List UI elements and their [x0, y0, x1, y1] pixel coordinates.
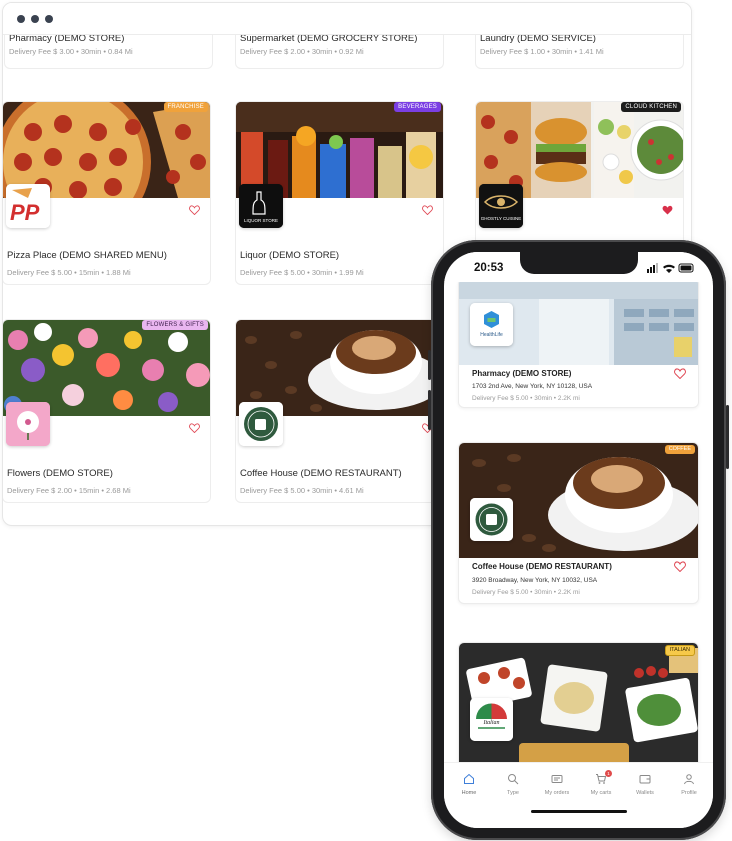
store-meta: Delivery Fee $ 5.00 • 30min • 1.99 Mi [240, 268, 364, 277]
tab-profile[interactable]: Profile [667, 773, 711, 796]
tab-my-orders[interactable]: My orders [535, 773, 579, 796]
phone-power-button [726, 405, 729, 469]
tab-label: My carts [590, 790, 612, 796]
store-meta: Delivery Fee $ 5.00 • 30min • 2.2K mi [472, 589, 580, 596]
store-title: Pizza Place (DEMO SHARED MENU) [7, 250, 167, 261]
healthlife-logo-text: HealthLife [480, 332, 503, 338]
store-card-coffee-house[interactable]: Coffee House (DEMO RESTAURANT) Delivery … [235, 319, 444, 503]
status-icons [647, 263, 694, 273]
phone-notch [520, 252, 638, 274]
tab-label: My orders [544, 790, 570, 796]
tab-my-carts[interactable]: 1 My carts [579, 770, 623, 796]
window-dot-icon [17, 15, 25, 23]
category-badge: Flowers & Gifts [142, 320, 208, 330]
category-badge: Coffee [664, 445, 695, 454]
tab-label: Type [507, 790, 519, 796]
favorite-heart-icon[interactable] [422, 205, 433, 215]
store-title: Flowers (DEMO STORE) [7, 468, 113, 479]
store-meta: Delivery Fee $ 5.00 • 30min • 4.61 Mi [240, 486, 364, 495]
healthlife-logo: HealthLife [470, 303, 513, 346]
tab-type[interactable]: Type [491, 773, 535, 796]
store-card-pizza[interactable]: Franchise PP Pizza Place (DEMO SHARED ME… [3, 101, 211, 285]
store-meta: Delivery Fee $ 2.00 • 15min • 2.68 Mi [7, 486, 131, 495]
category-badge: Beverages [394, 102, 441, 112]
store-card-supermarket[interactable]: Supermarket (DEMO GROCERY STORE) Deliver… [235, 33, 444, 69]
store-card-liquor[interactable]: Beverages LIQUOR STORE Liquor (DEMO STOR… [235, 101, 444, 285]
store-meta: Delivery Fee $ 2.00 • 30min • 0.92 Mi [240, 47, 364, 56]
phone-mockup: 20:53 HealthLife Pharmacy (DEMO STORE) 1… [428, 240, 729, 840]
tab-wallets[interactable]: Wallets [623, 773, 667, 796]
tab-home[interactable]: Home [447, 773, 491, 796]
store-title: Coffee House (DEMO RESTAURANT) [472, 562, 612, 571]
store-title: Coffee House (DEMO RESTAURANT) [240, 468, 402, 479]
liquor-logo-text: LIQUOR STORE [244, 218, 278, 223]
store-meta: Delivery Fee $ 1.00 • 30min • 1.41 Mi [480, 47, 604, 56]
window-dot-icon [31, 15, 39, 23]
favorite-heart-icon[interactable] [189, 205, 200, 215]
ghostly-cuisine-logo: GHOSTLY CUISINE [479, 184, 523, 228]
phone-store-card-coffee-house[interactable]: Coffee Coffee House (DEMO RESTAURANT) 39… [458, 442, 699, 604]
store-card-pharmacy[interactable]: Pharmacy (DEMO STORE) Delivery Fee $ 3.0… [4, 33, 213, 69]
status-time: 20:53 [474, 262, 504, 274]
phone-screen: 20:53 HealthLife Pharmacy (DEMO STORE) 1… [444, 252, 713, 828]
store-meta: Delivery Fee $ 3.00 • 30min • 0.84 Mi [9, 47, 133, 56]
phone-store-card-italian[interactable]: Italian Italian [458, 642, 699, 762]
favorite-heart-filled-icon[interactable] [662, 205, 673, 215]
home-indicator [531, 810, 627, 813]
category-badge: Franchise [163, 102, 208, 112]
category-badge: Italian [664, 645, 695, 656]
store-meta: Delivery Fee $ 5.00 • 15min • 1.88 Mi [7, 268, 131, 277]
tab-label: Profile [681, 790, 697, 796]
favorite-heart-icon[interactable] [189, 423, 200, 433]
coffee-house-logo [239, 402, 283, 446]
favorite-heart-icon[interactable] [674, 561, 686, 572]
store-feed: HealthLife Pharmacy (DEMO STORE) 1703 2n… [444, 282, 713, 762]
store-card-flowers[interactable]: Flowers & Gifts Flowers (DEMO STORE) Del… [3, 319, 211, 503]
svg-text:PP: PP [10, 200, 40, 225]
phone-volume-button [428, 350, 431, 380]
profile-icon [684, 774, 694, 785]
store-title: Pharmacy (DEMO STORE) [472, 369, 572, 378]
wallet-icon [639, 775, 651, 784]
browser-title-bar [3, 3, 691, 35]
italian-restaurant-logo: Italian [470, 698, 513, 741]
pizza-place-logo: PP [6, 184, 50, 228]
coffee-house-logo [470, 498, 513, 541]
flower-shop-logo [6, 402, 50, 446]
bottom-tab-bar: Home Type My orders 1 My carts Wallets P… [444, 762, 713, 828]
ghostly-logo-text: GHOSTLY CUISINE [481, 216, 522, 221]
tab-label: Home [461, 790, 477, 796]
store-address: 1703 2nd Ave, New York, NY 10128, USA [472, 383, 593, 390]
favorite-heart-icon[interactable] [674, 368, 686, 379]
orders-icon [551, 775, 563, 783]
italian-logo-text: Italian [483, 720, 500, 726]
phone-volume-button [428, 390, 431, 430]
category-badge: Cloud Kitchen [621, 102, 681, 112]
home-icon [464, 773, 474, 784]
window-dot-icon [45, 15, 53, 23]
tab-label: Wallets [636, 790, 654, 796]
store-title: Liquor (DEMO STORE) [240, 250, 340, 261]
cart-count-badge: 1 [605, 770, 612, 777]
search-icon [508, 774, 519, 785]
liquor-store-logo: LIQUOR STORE [239, 184, 283, 228]
store-meta: Delivery Fee $ 5.00 • 30min • 2.2K mi [472, 395, 580, 402]
store-address: 3920 Broadway, New York, NY 10032, USA [472, 577, 598, 584]
phone-store-card-pharmacy[interactable]: HealthLife Pharmacy (DEMO STORE) 1703 2n… [458, 282, 699, 408]
store-card-laundry[interactable]: Laundry (DEMO SERVICE) Delivery Fee $ 1.… [475, 33, 684, 69]
